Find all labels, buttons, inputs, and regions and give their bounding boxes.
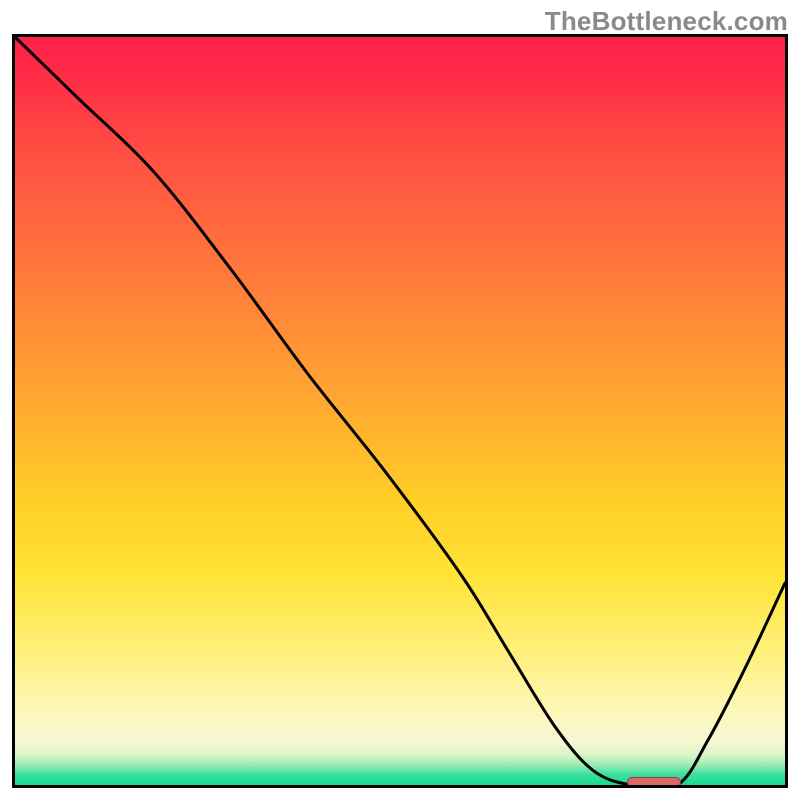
optimal-region-marker [627, 777, 681, 787]
bottleneck-curve-path [15, 37, 785, 785]
watermark-text: TheBottleneck.com [545, 6, 788, 37]
plot-frame [12, 34, 788, 788]
plot-line-svg [15, 37, 785, 785]
